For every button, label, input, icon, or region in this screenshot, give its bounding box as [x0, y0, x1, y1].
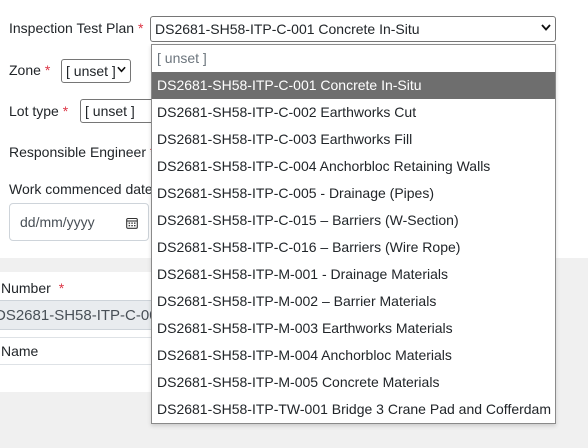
- dropdown-option[interactable]: DS2681-SH58-ITP-C-016 – Barriers (Wire R…: [152, 234, 555, 261]
- dropdown-option[interactable]: DS2681-SH58-ITP-M-005 Concrete Materials: [152, 369, 555, 396]
- work-commenced-label: Work commenced date: [9, 181, 153, 197]
- divider: [0, 337, 152, 338]
- inspection-test-plan-select[interactable]: DS2681-SH58-ITP-C-001 Concrete In-Situ: [150, 16, 556, 42]
- zone-select[interactable]: [ unset ]: [61, 59, 131, 83]
- dropdown-option[interactable]: DS2681-SH58-ITP-M-004 Anchorbloc Materia…: [152, 342, 555, 369]
- inspection-test-plan-label: Inspection Test Plan *: [9, 20, 144, 36]
- lot-type-label: Lot type *: [9, 103, 69, 119]
- dropdown-option[interactable]: DS2681-SH58-ITP-C-004 Anchorbloc Retaini…: [152, 153, 555, 180]
- dropdown-option-unset[interactable]: [ unset ]: [152, 45, 555, 72]
- responsible-engineer-label: Responsible Engineer *: [9, 144, 155, 160]
- dropdown-option[interactable]: DS2681-SH58-ITP-M-002 – Barrier Material…: [152, 288, 555, 315]
- chevron-down-icon: [117, 66, 126, 76]
- dropdown-option[interactable]: DS2681-SH58-ITP-C-003 Earthworks Fill: [152, 126, 555, 153]
- required-marker: *: [137, 20, 144, 36]
- work-commenced-date-input[interactable]: dd/mm/yyyy: [9, 203, 149, 241]
- dropdown-option[interactable]: DS2681-SH58-ITP-TW-001 Bridge 3 Crane Pa…: [152, 396, 555, 423]
- divider: [0, 364, 152, 365]
- dropdown-option[interactable]: DS2681-SH58-ITP-M-003 Earthworks Materia…: [152, 315, 555, 342]
- number-field[interactable]: DS2681-SH58-ITP-C-001: [0, 300, 152, 330]
- inspection-test-plan-dropdown-list[interactable]: [ unset ] DS2681-SH58-ITP-C-001 Concrete …: [151, 44, 556, 424]
- required-marker: *: [44, 62, 51, 78]
- dropdown-option[interactable]: DS2681-SH58-ITP-C-002 Earthworks Cut: [152, 99, 555, 126]
- chevron-down-icon: [541, 24, 551, 34]
- name-label: Name: [1, 343, 39, 359]
- dropdown-option[interactable]: DS2681-SH58-ITP-C-015 – Barriers (W-Sect…: [152, 207, 555, 234]
- dropdown-option[interactable]: DS2681-SH58-ITP-C-001 Concrete In-Situ: [152, 72, 555, 99]
- inspection-test-plan-value: DS2681-SH58-ITP-C-001 Concrete In-Situ: [155, 21, 420, 37]
- zone-label: Zone *: [9, 62, 51, 78]
- dropdown-option[interactable]: DS2681-SH58-ITP-C-005 - Drainage (Pipes): [152, 180, 555, 207]
- number-label: Number *: [1, 280, 65, 296]
- required-marker: *: [58, 280, 65, 296]
- required-marker: *: [62, 103, 69, 119]
- lot-type-select[interactable]: [ unset ]: [80, 99, 155, 123]
- zone-value: [ unset ]: [66, 63, 116, 79]
- lot-type-value: [ unset ]: [85, 103, 135, 119]
- date-placeholder: dd/mm/yyyy: [20, 214, 95, 230]
- number-value: DS2681-SH58-ITP-C-001: [0, 306, 152, 324]
- calendar-icon[interactable]: [126, 216, 138, 229]
- dropdown-option[interactable]: DS2681-SH58-ITP-M-001 - Drainage Materia…: [152, 261, 555, 288]
